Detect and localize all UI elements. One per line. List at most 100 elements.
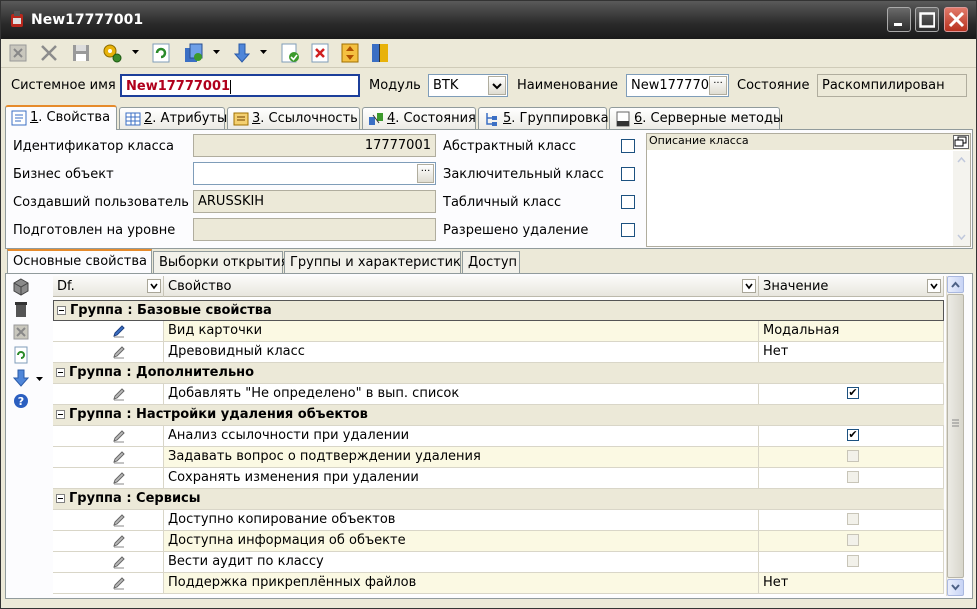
table-row[interactable]: Задавать вопрос о подтверждении удаления bbox=[53, 447, 944, 468]
help-icon[interactable]: ? bbox=[12, 392, 30, 410]
dropdown-arrow-icon[interactable] bbox=[132, 50, 139, 55]
pencil-icon[interactable] bbox=[111, 575, 127, 591]
delete-button[interactable] bbox=[309, 42, 331, 64]
tab-attributes[interactable]: 2. Атрибуты bbox=[119, 107, 228, 129]
scroll-up-button[interactable] bbox=[947, 276, 964, 293]
table-row[interactable]: Вести аудит по классу bbox=[53, 552, 944, 573]
class-description-box[interactable]: Описание класса bbox=[646, 133, 971, 247]
column-property-filter[interactable] bbox=[742, 279, 756, 293]
business-object-ellipsis-button[interactable]: ··· bbox=[417, 164, 434, 183]
column-value[interactable]: Значение bbox=[759, 276, 944, 297]
value-cell[interactable] bbox=[759, 447, 944, 467]
subtab-open-selections[interactable]: Выборки открытия bbox=[153, 251, 289, 273]
subtab-groups-characteristics[interactable]: Группы и характеристики bbox=[284, 251, 469, 273]
value-cell[interactable]: Нет bbox=[759, 342, 944, 362]
group-row[interactable]: Группа : Базовые свойства bbox=[53, 300, 944, 321]
refresh-button[interactable] bbox=[150, 42, 172, 64]
scroll-down-button[interactable] bbox=[947, 579, 964, 596]
group-row[interactable]: Группа : Дополнительно bbox=[53, 363, 944, 384]
pencil-icon[interactable] bbox=[111, 533, 127, 549]
table-row[interactable]: Древовидный класс Нет bbox=[53, 342, 944, 363]
table-row[interactable]: Анализ ссылочности при удалении ✔ bbox=[53, 426, 944, 447]
collapse-icon[interactable] bbox=[56, 410, 65, 419]
value-cell[interactable] bbox=[759, 468, 944, 488]
pencil-icon[interactable] bbox=[111, 512, 127, 528]
business-object-input[interactable]: ··· bbox=[193, 162, 436, 185]
minimize-button[interactable] bbox=[887, 7, 911, 32]
value-cell[interactable] bbox=[759, 531, 944, 551]
pencil-icon[interactable] bbox=[111, 554, 127, 570]
pencil-icon[interactable] bbox=[111, 386, 127, 402]
save-button[interactable] bbox=[70, 42, 92, 64]
value-cell[interactable] bbox=[759, 552, 944, 572]
value-cell[interactable] bbox=[759, 510, 944, 530]
clear-icon[interactable] bbox=[12, 323, 30, 341]
tab-states[interactable]: 4. Состояния bbox=[362, 107, 476, 129]
pencil-icon[interactable] bbox=[111, 428, 127, 444]
compile-button[interactable] bbox=[279, 42, 301, 64]
value-cell[interactable]: Нет bbox=[759, 573, 944, 593]
table-row[interactable]: Поддержка прикреплённых файлов Нет bbox=[53, 573, 944, 594]
value-checkbox[interactable]: ✔ bbox=[847, 429, 859, 441]
module-dropdown-button[interactable] bbox=[488, 76, 506, 95]
system-name-input[interactable]: New17777001 bbox=[120, 74, 360, 97]
tab-label: . Атрибуты bbox=[152, 111, 228, 126]
value-cell[interactable]: ✔ bbox=[759, 426, 944, 446]
tab-properties[interactable]: 1. Свойства bbox=[5, 105, 117, 130]
description-scrollbar[interactable] bbox=[953, 151, 970, 246]
collapse-icon[interactable] bbox=[56, 494, 65, 503]
tab-server-methods[interactable]: 6. Серверные методы bbox=[609, 107, 783, 129]
value-cell[interactable]: ✔ bbox=[759, 384, 944, 404]
book-button[interactable] bbox=[369, 42, 391, 64]
tab-grouping[interactable]: 5. Группировка bbox=[478, 107, 609, 129]
pencil-icon[interactable] bbox=[111, 470, 127, 486]
abstract-class-checkbox[interactable] bbox=[621, 139, 635, 153]
column-property[interactable]: Свойство bbox=[164, 276, 759, 297]
table-class-checkbox[interactable] bbox=[621, 195, 635, 209]
pencil-icon[interactable] bbox=[111, 344, 127, 360]
group-row[interactable]: Группа : Настройки удаления объектов bbox=[53, 405, 944, 426]
copy-button[interactable] bbox=[182, 42, 204, 64]
group-row[interactable]: Группа : Сервисы bbox=[53, 489, 944, 510]
arrow-down-icon[interactable] bbox=[12, 369, 30, 387]
scroll-thumb[interactable] bbox=[947, 294, 964, 578]
cube-icon[interactable] bbox=[12, 278, 30, 296]
dropdown-arrow-icon[interactable] bbox=[36, 377, 43, 382]
delete-allowed-checkbox[interactable] bbox=[621, 223, 635, 237]
tab-references[interactable]: 3. Ссылочность bbox=[227, 107, 360, 129]
refresh-icon[interactable] bbox=[12, 346, 30, 364]
column-df[interactable]: Df. bbox=[53, 276, 164, 297]
close-card-button[interactable] bbox=[7, 42, 29, 64]
expand-description-button[interactable] bbox=[953, 135, 969, 149]
title-bar[interactable]: New17777001 bbox=[1, 1, 976, 39]
table-row[interactable]: Добавлять "Не определено" в вып. список … bbox=[53, 384, 944, 405]
collapse-icon[interactable] bbox=[57, 306, 66, 315]
actions-button[interactable] bbox=[101, 42, 123, 64]
column-df-filter[interactable] bbox=[147, 279, 161, 293]
table-row[interactable]: Доступно копирование объектов bbox=[53, 510, 944, 531]
maximize-button[interactable] bbox=[915, 7, 939, 32]
table-row[interactable]: Вид карточки Модальная bbox=[53, 321, 944, 342]
value-checkbox[interactable]: ✔ bbox=[847, 387, 859, 399]
column-value-filter[interactable] bbox=[927, 279, 941, 293]
dropdown-arrow-icon[interactable] bbox=[213, 50, 220, 55]
value-cell[interactable]: Модальная bbox=[759, 321, 944, 341]
pencil-icon[interactable] bbox=[111, 449, 127, 465]
name-input[interactable]: New1777700 ··· bbox=[626, 74, 729, 97]
subtab-access[interactable]: Доступ bbox=[462, 251, 520, 273]
module-select[interactable]: BTK bbox=[428, 74, 508, 97]
trash-icon[interactable] bbox=[12, 300, 30, 318]
name-ellipsis-button[interactable]: ··· bbox=[709, 76, 727, 95]
collapse-icon[interactable] bbox=[56, 368, 65, 377]
subtab-main-properties[interactable]: Основные свойства bbox=[7, 249, 152, 273]
table-row[interactable]: Сохранять изменения при удалении bbox=[53, 468, 944, 489]
final-class-checkbox[interactable] bbox=[621, 167, 635, 181]
table-row[interactable]: Доступна информация об объекте bbox=[53, 531, 944, 552]
pencil-icon[interactable] bbox=[111, 323, 127, 339]
move-down-button[interactable] bbox=[231, 42, 253, 64]
close-window-button[interactable] bbox=[944, 7, 968, 32]
grid-vertical-scrollbar[interactable] bbox=[946, 276, 964, 596]
dropdown-arrow-icon[interactable] bbox=[260, 50, 267, 55]
cancel-button[interactable] bbox=[38, 42, 60, 64]
sort-button[interactable] bbox=[339, 42, 361, 64]
